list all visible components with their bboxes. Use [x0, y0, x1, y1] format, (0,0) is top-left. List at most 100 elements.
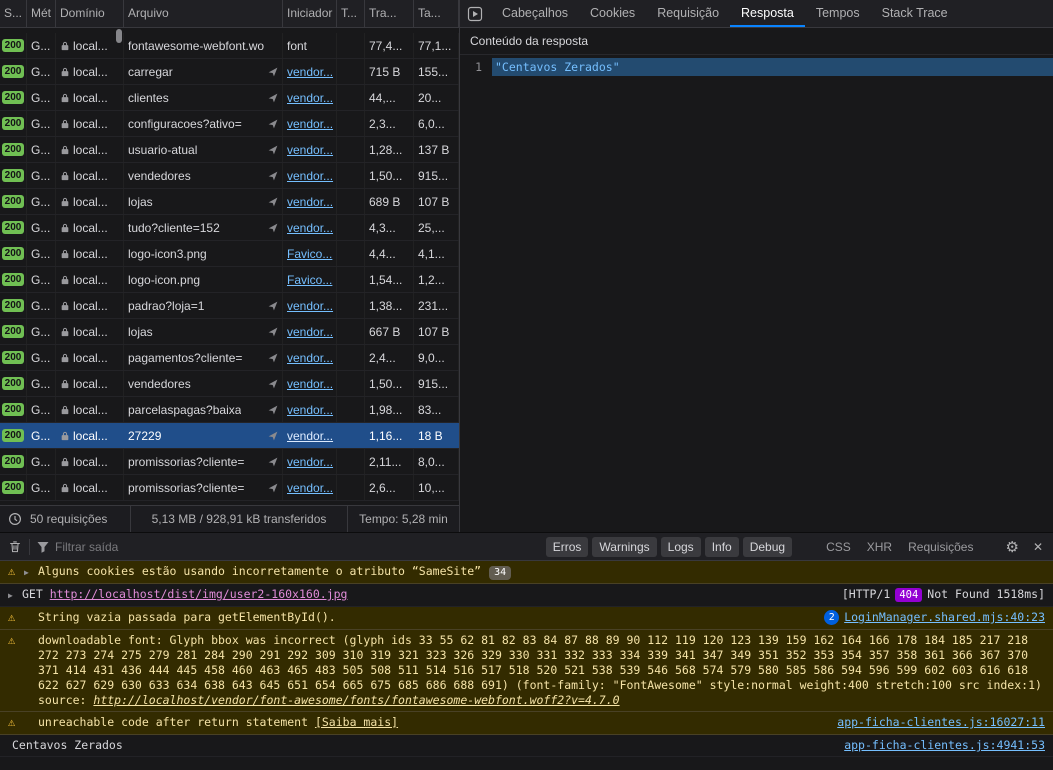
request-size: 9,0...: [414, 345, 459, 370]
filter-logs-button[interactable]: Logs: [661, 537, 701, 557]
send-icon: [268, 483, 278, 493]
network-request-row[interactable]: 200 G... local... lojas vendor... 667 B …: [0, 319, 459, 345]
request-initiator[interactable]: vendor...: [283, 59, 337, 84]
resend-play-icon[interactable]: [460, 0, 491, 27]
network-request-row[interactable]: 200 G... local... vendedores vendor... 1…: [0, 163, 459, 189]
network-request-row[interactable]: 200 G... local... logo-icon.png Favico..…: [0, 267, 459, 293]
warning-icon: ⚠: [8, 715, 24, 730]
network-request-row[interactable]: 200 G... local... fontawesome-webfont.wo…: [0, 33, 459, 59]
filter-css-button[interactable]: CSS: [820, 537, 857, 557]
column-header-transferred[interactable]: Tra...: [365, 0, 414, 27]
tab-request[interactable]: Requisição: [646, 0, 730, 27]
request-initiator[interactable]: vendor...: [283, 137, 337, 162]
network-request-row[interactable]: 200 G... local... pagamentos?cliente= ve…: [0, 345, 459, 371]
console-toolbar: Filtrar saída Erros Warnings Logs Info D…: [0, 533, 1053, 561]
request-initiator[interactable]: vendor...: [283, 423, 337, 448]
request-initiator[interactable]: vendor...: [283, 85, 337, 110]
column-header-method[interactable]: Mét: [27, 0, 56, 27]
request-size: 20...: [414, 85, 459, 110]
request-initiator[interactable]: vendor...: [283, 293, 337, 318]
request-initiator[interactable]: Favico...: [283, 241, 337, 266]
request-file: promissorias?cliente=: [124, 449, 283, 474]
console-network-request-404[interactable]: ▶ GET http://localhost/dist/img/user2-16…: [0, 584, 1053, 607]
network-request-row[interactable]: 200 G... local... configuracoes?ativo= v…: [0, 111, 459, 137]
request-initiator[interactable]: vendor...: [283, 215, 337, 240]
column-header-initiator[interactable]: Iniciador: [283, 0, 337, 27]
request-size: 155...: [414, 59, 459, 84]
request-initiator[interactable]: vendor...: [283, 397, 337, 422]
request-initiator[interactable]: vendor...: [283, 371, 337, 396]
network-request-row[interactable]: 200 G... local... carregar vendor... 715…: [0, 59, 459, 85]
network-request-row[interactable]: 200 G... local... parcelaspagas?baixa ve…: [0, 397, 459, 423]
tab-timings[interactable]: Tempos: [805, 0, 871, 27]
expand-arrow-icon[interactable]: ▶: [24, 564, 38, 580]
source-location-link[interactable]: LoginManager.shared.mjs:40:23: [844, 610, 1045, 625]
send-icon: [268, 197, 278, 207]
filter-info-button[interactable]: Info: [705, 537, 739, 557]
tab-headers[interactable]: Cabeçalhos: [491, 0, 579, 27]
request-method-label: GET: [22, 587, 43, 601]
lock-icon: [60, 197, 70, 207]
request-initiator[interactable]: vendor...: [283, 111, 337, 136]
network-request-row[interactable]: 200 G... local... logo-icon3.png Favico.…: [0, 241, 459, 267]
status-badge: 200: [2, 403, 25, 416]
expand-arrow-icon[interactable]: ▶: [8, 587, 22, 603]
filter-debug-button[interactable]: Debug: [743, 537, 792, 557]
filter-errors-button[interactable]: Erros: [546, 537, 589, 557]
status-badge: 200: [2, 299, 25, 312]
request-transferred: 1,50...: [365, 163, 414, 188]
filter-requests-button[interactable]: Requisições: [902, 537, 979, 557]
request-transferred: 44,...: [365, 85, 414, 110]
source-location-link[interactable]: app-ficha-clientes.js:16027:11: [837, 715, 1045, 730]
filter-xhr-button[interactable]: XHR: [861, 537, 898, 557]
filter-warnings-button[interactable]: Warnings: [592, 537, 656, 557]
console-settings-gear-icon[interactable]: ⚙: [1005, 538, 1018, 556]
column-header-size[interactable]: Ta...: [414, 0, 459, 27]
request-initiator[interactable]: vendor...: [283, 345, 337, 370]
console-warning-samesite[interactable]: ⚠ ▶ Alguns cookies estão usando incorret…: [0, 561, 1053, 584]
request-initiator[interactable]: font: [283, 33, 337, 58]
network-request-row[interactable]: 200 G... local... lojas vendor... 689 B …: [0, 189, 459, 215]
request-initiator[interactable]: vendor...: [283, 475, 337, 500]
network-monitor: S... Mét Domínio Arquivo Iniciador T... …: [0, 0, 1053, 532]
request-initiator[interactable]: vendor...: [283, 189, 337, 214]
column-header-domain[interactable]: Domínio: [56, 0, 124, 27]
network-request-row[interactable]: 200 G... local... clientes vendor... 44,…: [0, 85, 459, 111]
request-url-link[interactable]: http://localhost/dist/img/user2-160x160.…: [50, 587, 348, 601]
request-file: tudo?cliente=152: [124, 215, 283, 240]
network-request-row[interactable]: 200 G... local... promissorias?cliente= …: [0, 475, 459, 501]
console-filter-input[interactable]: Filtrar saída: [55, 540, 118, 554]
network-request-row[interactable]: 200 G... local... tudo?cliente=152 vendo…: [0, 215, 459, 241]
column-header-file[interactable]: Arquivo: [124, 0, 283, 27]
network-request-row[interactable]: 200 G... local... 27229 vendor... 1,16..…: [0, 423, 459, 449]
tab-stack-trace[interactable]: Stack Trace: [871, 0, 959, 27]
request-domain: local...: [56, 137, 124, 162]
request-type: [337, 475, 365, 500]
request-initiator[interactable]: Favico...: [283, 267, 337, 292]
tab-cookies[interactable]: Cookies: [579, 0, 646, 27]
console-warning-getelementbyid[interactable]: ⚠ ▶ String vazia passada para getElement…: [0, 607, 1053, 630]
console-log-message[interactable]: Centavos Zerados app-ficha-clientes.js:4…: [0, 735, 1053, 757]
response-viewer[interactable]: 1 "Centavos Zerados": [460, 55, 1053, 532]
warning-icon: ⚠: [8, 610, 24, 625]
network-request-row[interactable]: 200 G... local... usuario-atual vendor..…: [0, 137, 459, 163]
console-warning-unreachable-code[interactable]: ⚠ ▶ unreachable code after return statem…: [0, 712, 1053, 735]
request-initiator[interactable]: vendor...: [283, 163, 337, 188]
tab-response[interactable]: Resposta: [730, 0, 805, 27]
network-request-row[interactable]: 200 G... local... vendedores vendor... 1…: [0, 371, 459, 397]
scrollbar-thumb[interactable]: [116, 29, 122, 43]
learn-more-link[interactable]: [Saiba mais]: [315, 715, 398, 729]
lock-icon: [60, 405, 70, 415]
network-request-row[interactable]: 200 G... local... padrao?loja=1 vendor..…: [0, 293, 459, 319]
source-location-link[interactable]: app-ficha-clientes.js:4941:53: [844, 738, 1045, 753]
request-initiator[interactable]: vendor...: [283, 449, 337, 474]
column-header-type[interactable]: T...: [337, 0, 365, 27]
console-warning-font-glyph[interactable]: ⚠ ▶ downloadable font: Glyph bbox was in…: [0, 630, 1053, 712]
column-header-status[interactable]: S...: [0, 0, 27, 27]
status-badge: 200: [2, 247, 25, 260]
close-console-icon[interactable]: ✕: [1033, 540, 1043, 554]
font-source-link[interactable]: http://localhost/vendor/font-awesome/fon…: [93, 693, 619, 707]
network-request-row[interactable]: 200 G... local... promissorias?cliente= …: [0, 449, 459, 475]
clear-console-button[interactable]: [8, 540, 22, 554]
request-initiator[interactable]: vendor...: [283, 319, 337, 344]
